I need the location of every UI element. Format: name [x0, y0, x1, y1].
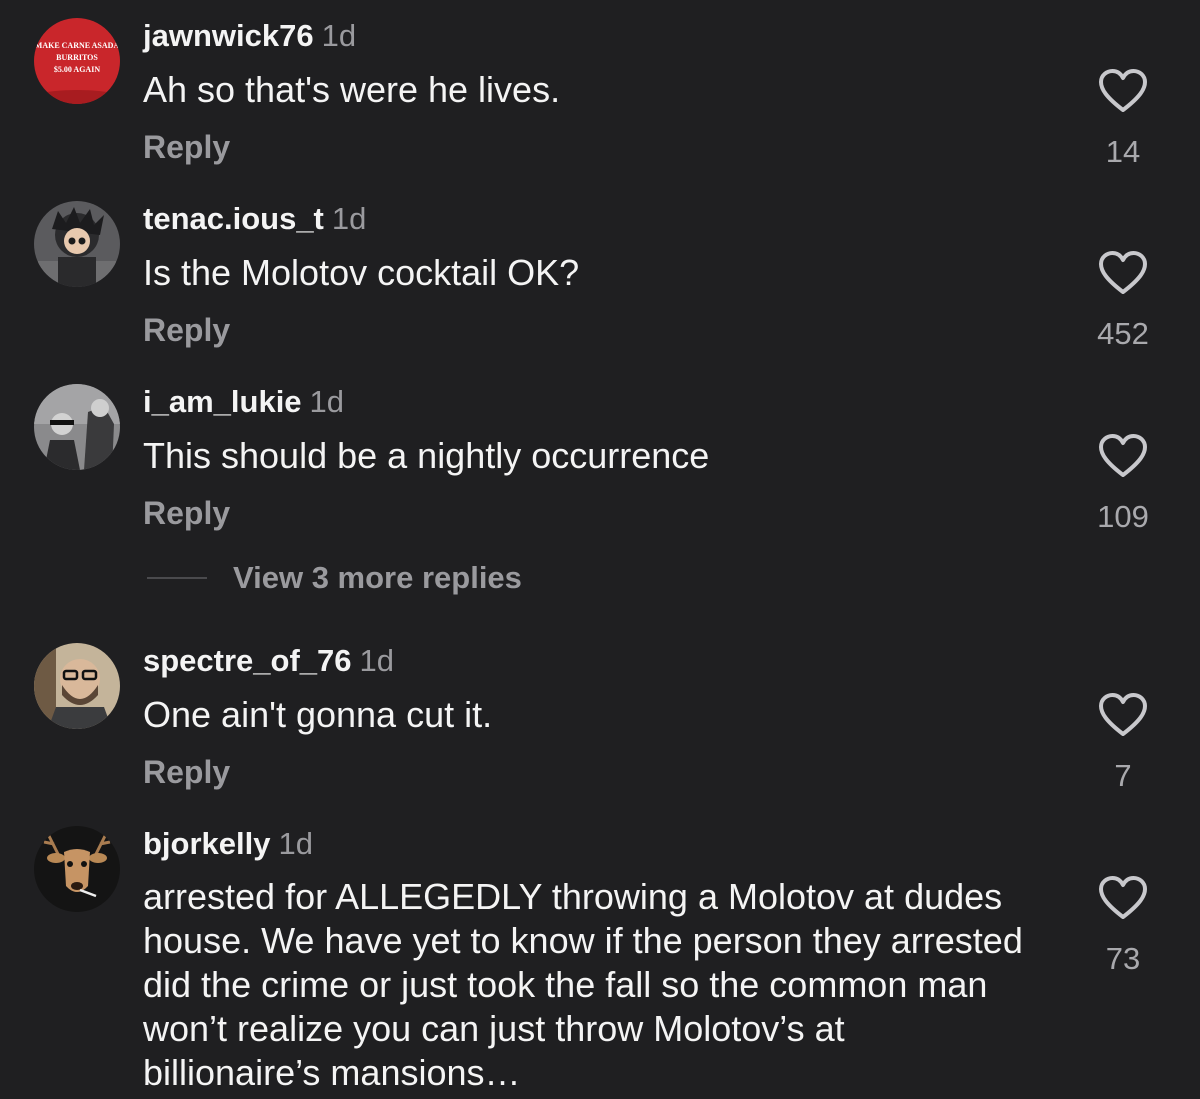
view-more-replies-label: View 3 more replies — [233, 560, 522, 595]
comment-meta: tenac.ious_t 1d — [143, 201, 366, 237]
heart-icon[interactable] — [1098, 67, 1148, 117]
comment-text: One ain't gonna cut it. — [143, 694, 493, 735]
heart-icon[interactable] — [1098, 691, 1148, 741]
comment-text: This should be a nightly occurrence — [143, 435, 710, 476]
username[interactable]: bjorkelly — [143, 826, 271, 861]
timestamp: 1d — [359, 643, 394, 678]
view-more-replies-button[interactable]: View 3 more replies — [147, 558, 522, 598]
username[interactable]: i_am_lukie — [143, 384, 302, 419]
reply-button[interactable]: Reply — [143, 754, 230, 790]
photo-avatar-icon[interactable] — [34, 384, 120, 470]
like-count: 452 — [1097, 316, 1149, 351]
thread-line — [147, 577, 207, 579]
like-count: 73 — [1105, 941, 1141, 976]
username[interactable]: jawnwick76 — [143, 18, 314, 53]
reply-button[interactable]: Reply — [143, 312, 230, 348]
cap-text-line2: BURRITOS — [56, 53, 98, 62]
figure-avatar-icon[interactable] — [34, 201, 120, 287]
deer-avatar-icon[interactable] — [34, 826, 120, 912]
cap-text-line1: MAKE CARNE ASADA — [35, 41, 120, 50]
timestamp: 1d — [321, 18, 357, 53]
like-count: 109 — [1097, 499, 1149, 534]
reply-button[interactable]: Reply — [143, 495, 230, 531]
username[interactable]: spectre_of_76 — [143, 643, 352, 678]
bearded-man-avatar-icon[interactable] — [34, 643, 120, 729]
timestamp: 1d — [331, 201, 367, 236]
heart-icon[interactable] — [1098, 432, 1148, 482]
comments-feed: MAKE CARNE ASADA BURRITOS $5.00 AGAIN ja… — [0, 0, 1200, 1099]
like-count: 7 — [1114, 758, 1132, 793]
comment-meta: spectre_of_76 1d — [143, 643, 394, 679]
timestamp: 1d — [309, 384, 345, 419]
heart-icon[interactable] — [1098, 249, 1148, 299]
comment-text: Ah so that's were he lives. — [143, 69, 561, 110]
username[interactable]: tenac.ious_t — [143, 201, 324, 236]
timestamp: 1d — [278, 826, 313, 861]
comment-text: Is the Molotov cocktail OK? — [143, 252, 580, 293]
heart-icon[interactable] — [1098, 874, 1148, 924]
like-count: 14 — [1105, 134, 1141, 169]
comment-meta: i_am_lukie 1d — [143, 384, 344, 420]
red-cap-avatar-icon[interactable]: MAKE CARNE ASADA BURRITOS $5.00 AGAIN — [34, 18, 120, 104]
reply-button[interactable]: Reply — [143, 129, 230, 165]
cap-text-line3: $5.00 AGAIN — [54, 65, 100, 74]
comment-meta: bjorkelly 1d — [143, 826, 313, 862]
comment-text: arrested for ALLEGEDLY throwing a Moloto… — [143, 876, 1023, 1093]
comment-meta: jawnwick76 1d — [143, 18, 356, 54]
